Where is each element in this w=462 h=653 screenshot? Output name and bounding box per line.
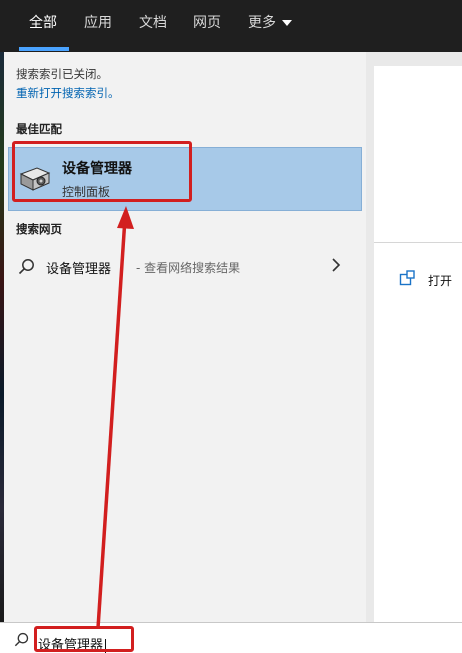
preview-card xyxy=(374,66,462,622)
tab-documents[interactable]: 文档 xyxy=(139,0,167,52)
reenable-index-link[interactable]: 重新打开搜索索引。 xyxy=(16,85,120,101)
highlight-box-search xyxy=(34,626,134,652)
tab-more[interactable]: 更多 xyxy=(248,0,292,52)
open-action-label[interactable]: 打开 xyxy=(428,272,452,289)
results-panel xyxy=(4,52,366,622)
search-icon xyxy=(14,632,29,647)
web-search-heading: 搜索网页 xyxy=(16,222,62,236)
tab-all[interactable]: 全部 xyxy=(29,0,57,52)
tab-web[interactable]: 网页 xyxy=(193,0,221,52)
highlight-box-best-match xyxy=(12,141,192,202)
tab-apps[interactable]: 应用 xyxy=(84,0,112,52)
tab-more-label: 更多 xyxy=(248,15,276,31)
search-tab-bar: 全部 应用 文档 网页 更多 xyxy=(0,0,462,52)
open-icon xyxy=(399,270,415,286)
chevron-down-icon xyxy=(282,20,292,26)
web-search-hint: - 查看网络搜索结果 xyxy=(136,261,241,275)
preview-divider xyxy=(374,242,462,243)
web-search-query: 设备管理器 xyxy=(46,262,112,277)
chevron-right-icon[interactable] xyxy=(330,257,342,273)
search-icon xyxy=(18,259,34,275)
active-tab-indicator xyxy=(19,47,69,51)
index-off-notice: 搜索索引已关闭。 xyxy=(16,67,108,81)
best-match-heading: 最佳匹配 xyxy=(16,122,62,136)
